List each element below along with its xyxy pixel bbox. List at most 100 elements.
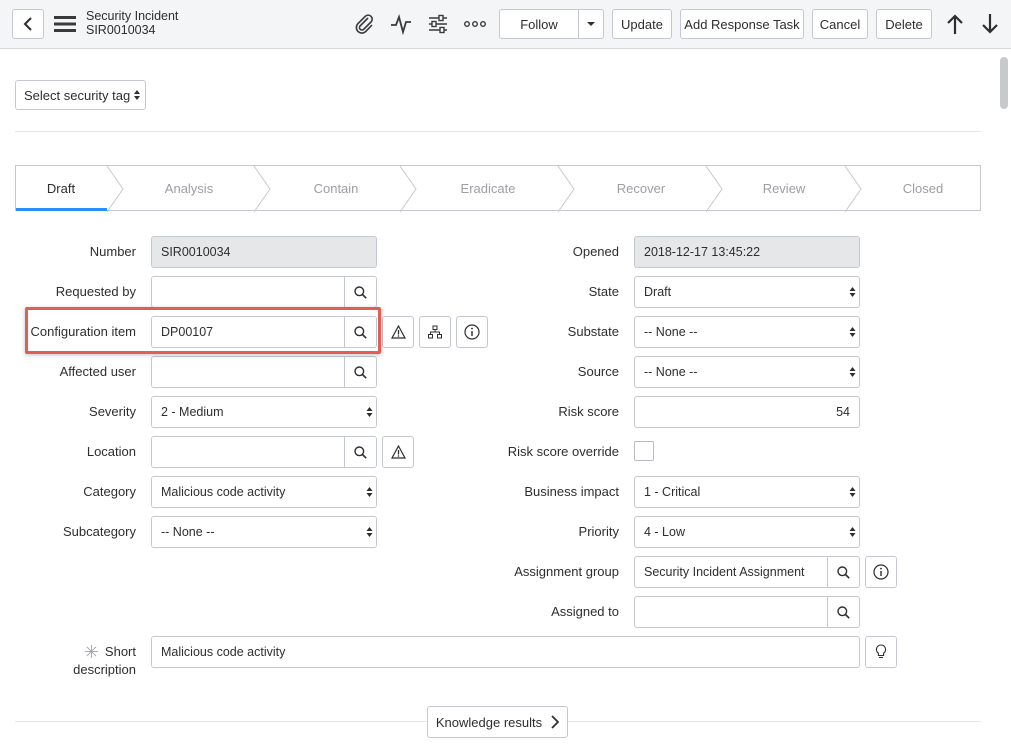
scrollbar[interactable] (997, 49, 1011, 745)
info-icon (873, 564, 889, 580)
risk-score-label: Risk score (558, 404, 619, 419)
stage-closed[interactable]: Closed (903, 181, 943, 196)
requested-by-lookup-button[interactable] (344, 277, 376, 307)
record-title: Security Incident SIR0010034 (86, 9, 178, 37)
stage-recover[interactable]: Recover (617, 181, 665, 196)
stage-draft[interactable]: Draft (47, 181, 75, 196)
divider (15, 131, 981, 132)
stage-review[interactable]: Review (763, 181, 806, 196)
activity-pulse-icon[interactable] (389, 12, 413, 36)
stage-contain[interactable]: Contain (314, 181, 359, 196)
assignment-group-info-button[interactable] (865, 556, 897, 588)
chevron-right-icon (551, 715, 560, 729)
number-field: SIR0010034 (151, 236, 377, 268)
severity-select[interactable]: 2 - Medium (151, 396, 377, 428)
settings-sliders-icon[interactable] (426, 12, 450, 36)
category-label: Category (83, 484, 136, 499)
substate-select[interactable]: -- None -- (634, 316, 860, 348)
search-icon (354, 285, 367, 299)
requested-by-label: Requested by (55, 284, 136, 299)
risk-score-field[interactable]: 54 (634, 396, 860, 428)
ci-dependency-map-button[interactable] (419, 316, 451, 348)
assignment-group-value[interactable]: Security Incident Assignment (644, 565, 827, 579)
source-label: Source (577, 364, 619, 379)
delete-button[interactable]: Delete (876, 9, 932, 39)
assignment-group-field[interactable]: Security Incident Assignment (634, 556, 860, 588)
assignment-group-lookup-button[interactable] (827, 557, 859, 587)
short-description-field[interactable]: Malicious code activity (151, 636, 860, 668)
follow-dropdown-button[interactable] (578, 9, 604, 39)
knowledge-results-label: Knowledge results (435, 714, 543, 730)
paperclip-icon[interactable] (352, 12, 376, 36)
configuration-item-value[interactable]: DP00107 (161, 325, 344, 339)
hamburger-menu-icon[interactable] (53, 12, 77, 36)
stage-eradicate[interactable]: Eradicate (461, 181, 516, 196)
short-description-value[interactable]: Malicious code activity (161, 645, 859, 659)
ci-info-button[interactable] (456, 316, 488, 348)
hierarchy-icon (428, 325, 442, 339)
back-button[interactable] (12, 9, 44, 39)
arrow-down-icon[interactable] (978, 12, 1002, 36)
requested-by-field[interactable] (151, 276, 377, 308)
affected-user-field[interactable] (151, 356, 377, 388)
category-value: Malicious code activity (161, 485, 286, 499)
lightbulb-icon (875, 644, 887, 659)
scrollbar-thumb[interactable] (1000, 57, 1008, 109)
opened-label: Opened (572, 244, 619, 259)
select-arrows-icon (845, 526, 859, 538)
caret-down-icon (587, 22, 595, 26)
business-impact-select[interactable]: 1 - Critical (634, 476, 860, 508)
subcategory-select[interactable]: -- None -- (151, 516, 377, 548)
stage-analysis[interactable]: Analysis (165, 181, 213, 196)
category-select[interactable]: Malicious code activity (151, 476, 377, 508)
chevron-left-icon (23, 17, 32, 31)
location-field[interactable] (151, 436, 377, 468)
configuration-item-field[interactable]: DP00107 (151, 316, 377, 348)
more-options-icon[interactable] (463, 12, 487, 36)
risk-score-value[interactable]: 54 (644, 405, 850, 419)
ci-warning-button[interactable] (382, 316, 414, 348)
security-tag-select[interactable]: Select security tag (15, 80, 146, 110)
select-arrows-icon (845, 326, 859, 338)
select-arrows-icon (845, 286, 859, 298)
affected-user-lookup-button[interactable] (344, 357, 376, 387)
suggestion-button[interactable] (865, 636, 897, 668)
follow-button[interactable]: Follow (499, 9, 579, 39)
business-impact-value: 1 - Critical (644, 485, 701, 499)
security-tag-label: Select security tag (24, 87, 131, 103)
arrow-up-icon[interactable] (943, 12, 967, 36)
number-value: SIR0010034 (161, 245, 231, 259)
update-button[interactable]: Update (612, 9, 672, 39)
cancel-button[interactable]: Cancel (812, 9, 868, 39)
search-icon (354, 365, 367, 379)
search-icon (354, 325, 367, 339)
subcategory-label: Subcategory (63, 524, 136, 539)
source-value: -- None -- (644, 365, 698, 379)
location-lookup-button[interactable] (344, 437, 376, 467)
business-impact-label: Business impact (524, 484, 619, 499)
assigned-to-field[interactable] (634, 596, 860, 628)
knowledge-results-button[interactable]: Knowledge results (427, 706, 568, 738)
affected-user-label: Affected user (59, 364, 136, 379)
select-arrows-icon (362, 526, 376, 538)
state-select[interactable]: Draft (634, 276, 860, 308)
assigned-to-label: Assigned to (551, 604, 619, 619)
priority-value: 4 - Low (644, 525, 685, 539)
source-select[interactable]: -- None -- (634, 356, 860, 388)
substate-value: -- None -- (644, 325, 698, 339)
info-icon (464, 324, 480, 340)
form-header: Security Incident SIR0010034 Follow Upda… (0, 0, 1011, 49)
state-label: State (588, 284, 619, 299)
assigned-to-lookup-button[interactable] (827, 597, 859, 627)
risk-score-override-checkbox[interactable] (634, 441, 654, 461)
select-arrows-icon (845, 366, 859, 378)
configuration-item-lookup-button[interactable] (344, 317, 376, 347)
search-icon (837, 605, 850, 619)
short-description-label-text: Short (104, 644, 136, 659)
assignment-group-label: Assignment group (514, 564, 619, 579)
location-warning-button[interactable] (382, 436, 414, 468)
search-icon (837, 565, 850, 579)
add-response-task-button[interactable]: Add Response Task (680, 9, 804, 39)
select-arrows-icon (362, 406, 376, 418)
priority-select[interactable]: 4 - Low (634, 516, 860, 548)
